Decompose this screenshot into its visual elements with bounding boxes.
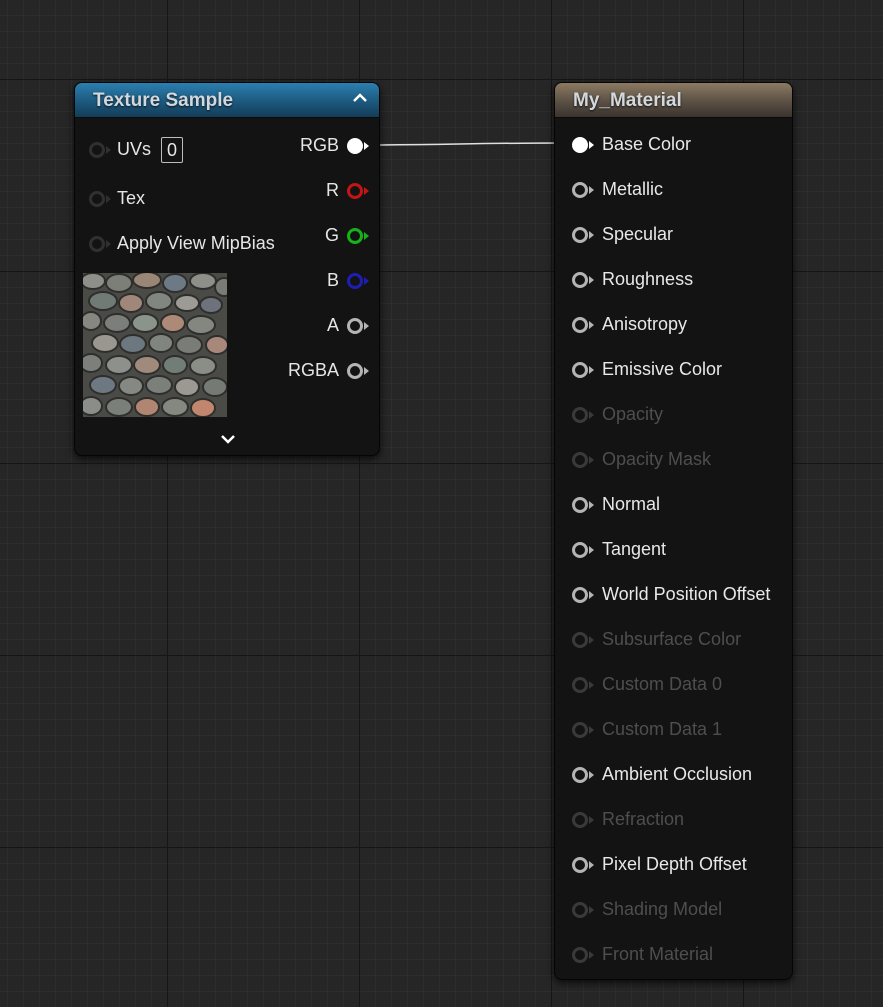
uvs-pin-icon[interactable] bbox=[89, 142, 111, 159]
material-input-shading-model: Shading Model bbox=[572, 894, 722, 924]
input-label: Emissive Color bbox=[602, 359, 723, 379]
texture-sample-header[interactable]: Texture Sample bbox=[75, 83, 379, 118]
input-pin-icon[interactable] bbox=[572, 137, 594, 154]
input-label: Roughness bbox=[602, 269, 694, 289]
output-label: B bbox=[326, 270, 339, 290]
output-label: G bbox=[324, 225, 339, 245]
output-g[interactable]: G bbox=[324, 222, 369, 248]
input-label: Subsurface Color bbox=[602, 629, 742, 649]
node-title: Texture Sample bbox=[93, 90, 234, 111]
input-label: Anisotropy bbox=[602, 314, 688, 334]
material-input-ambient-occlusion[interactable]: Ambient Occlusion bbox=[572, 759, 752, 789]
input-label: Tangent bbox=[602, 539, 667, 559]
input-label: Custom Data 1 bbox=[602, 719, 723, 739]
input-pin-icon[interactable] bbox=[572, 587, 594, 604]
output-label: A bbox=[326, 315, 339, 335]
input-pin-icon[interactable] bbox=[572, 497, 594, 514]
output-r[interactable]: R bbox=[326, 177, 369, 203]
output-rgb[interactable]: RGB bbox=[299, 132, 369, 158]
input-pin-icon bbox=[572, 812, 594, 829]
material-input-specular[interactable]: Specular bbox=[572, 219, 673, 249]
texture-preview bbox=[83, 273, 227, 417]
input-label: Metallic bbox=[602, 179, 664, 199]
material-input-roughness[interactable]: Roughness bbox=[572, 264, 693, 294]
mipbias-pin-icon[interactable] bbox=[89, 236, 111, 253]
material-input-world-position-offset[interactable]: World Position Offset bbox=[572, 579, 770, 609]
input-pin-icon bbox=[572, 722, 594, 739]
texture-sample-node[interactable]: Texture Sample UVs 0 Tex Apply View MipBi… bbox=[74, 82, 380, 456]
input-pin-icon[interactable] bbox=[572, 227, 594, 244]
input-pin-icon[interactable] bbox=[572, 542, 594, 559]
input-tex[interactable]: Tex bbox=[89, 185, 145, 211]
input-label: Base Color bbox=[602, 134, 692, 154]
material-input-metallic[interactable]: Metallic bbox=[572, 174, 663, 204]
tex-pin-icon[interactable] bbox=[89, 191, 111, 208]
input-label: Pixel Depth Offset bbox=[602, 854, 747, 874]
input-label: Normal bbox=[602, 494, 661, 514]
material-input-custom-data-1: Custom Data 1 bbox=[572, 714, 722, 744]
b-pin-icon[interactable] bbox=[347, 273, 369, 290]
input-pin-icon[interactable] bbox=[572, 272, 594, 289]
output-rgba[interactable]: RGBA bbox=[287, 357, 369, 383]
input-apply-view-mipbias[interactable]: Apply View MipBias bbox=[89, 230, 275, 256]
input-pin-icon[interactable] bbox=[572, 857, 594, 874]
input-label: Front Material bbox=[602, 944, 714, 964]
material-input-opacity: Opacity bbox=[572, 399, 663, 429]
material-input-subsurface-color: Subsurface Color bbox=[572, 624, 741, 654]
material-input-base-color[interactable]: Base Color bbox=[572, 129, 691, 159]
output-a[interactable]: A bbox=[326, 312, 369, 338]
input-pin-icon bbox=[572, 452, 594, 469]
material-header[interactable]: My_Material bbox=[555, 83, 792, 118]
input-label: Ambient Occlusion bbox=[602, 764, 753, 784]
r-pin-icon[interactable] bbox=[347, 183, 369, 200]
output-label: R bbox=[326, 180, 339, 200]
input-label: Custom Data 0 bbox=[602, 674, 723, 694]
input-label: Opacity bbox=[602, 404, 664, 424]
input-label: Shading Model bbox=[602, 899, 723, 919]
input-pin-icon[interactable] bbox=[572, 317, 594, 334]
input-pin-icon[interactable] bbox=[572, 362, 594, 379]
material-input-tangent[interactable]: Tangent bbox=[572, 534, 666, 564]
input-pin-icon bbox=[572, 632, 594, 649]
input-pin-icon[interactable] bbox=[572, 767, 594, 784]
output-label: RGB bbox=[299, 135, 339, 155]
expand-chevron-icon[interactable] bbox=[218, 431, 238, 449]
input-label: Apply View MipBias bbox=[117, 233, 275, 253]
input-pin-icon[interactable] bbox=[572, 182, 594, 199]
material-input-anisotropy[interactable]: Anisotropy bbox=[572, 309, 687, 339]
collapse-icon[interactable] bbox=[350, 89, 370, 109]
g-pin-icon[interactable] bbox=[347, 228, 369, 245]
input-uvs[interactable]: UVs 0 bbox=[89, 136, 184, 164]
material-input-custom-data-0: Custom Data 0 bbox=[572, 669, 722, 699]
rgba-pin-icon[interactable] bbox=[347, 363, 369, 380]
material-input-normal[interactable]: Normal bbox=[572, 489, 660, 519]
input-label: World Position Offset bbox=[602, 584, 771, 604]
input-label: Specular bbox=[602, 224, 674, 244]
rgb-pin-icon[interactable] bbox=[347, 138, 369, 155]
material-input-front-material: Front Material bbox=[572, 939, 713, 969]
material-input-refraction: Refraction bbox=[572, 804, 684, 834]
material-output-node[interactable]: My_Material Base Color Metallic Specular Ro… bbox=[554, 82, 793, 980]
input-pin-icon bbox=[572, 407, 594, 424]
material-input-opacity-mask: Opacity Mask bbox=[572, 444, 711, 474]
input-pin-icon bbox=[572, 677, 594, 694]
input-label: Tex bbox=[117, 188, 146, 208]
input-pin-icon bbox=[572, 947, 594, 964]
input-pin-icon bbox=[572, 902, 594, 919]
material-input-emissive-color[interactable]: Emissive Color bbox=[572, 354, 722, 384]
input-label: Refraction bbox=[602, 809, 685, 829]
a-pin-icon[interactable] bbox=[347, 318, 369, 335]
output-b[interactable]: B bbox=[326, 267, 369, 293]
material-input-pixel-depth-offset[interactable]: Pixel Depth Offset bbox=[572, 849, 747, 879]
uvs-value-field[interactable]: 0 bbox=[161, 137, 184, 164]
output-label: RGBA bbox=[287, 360, 339, 380]
input-label: UVs bbox=[117, 139, 152, 159]
input-label: Opacity Mask bbox=[602, 449, 712, 469]
node-title: My_Material bbox=[573, 90, 682, 111]
